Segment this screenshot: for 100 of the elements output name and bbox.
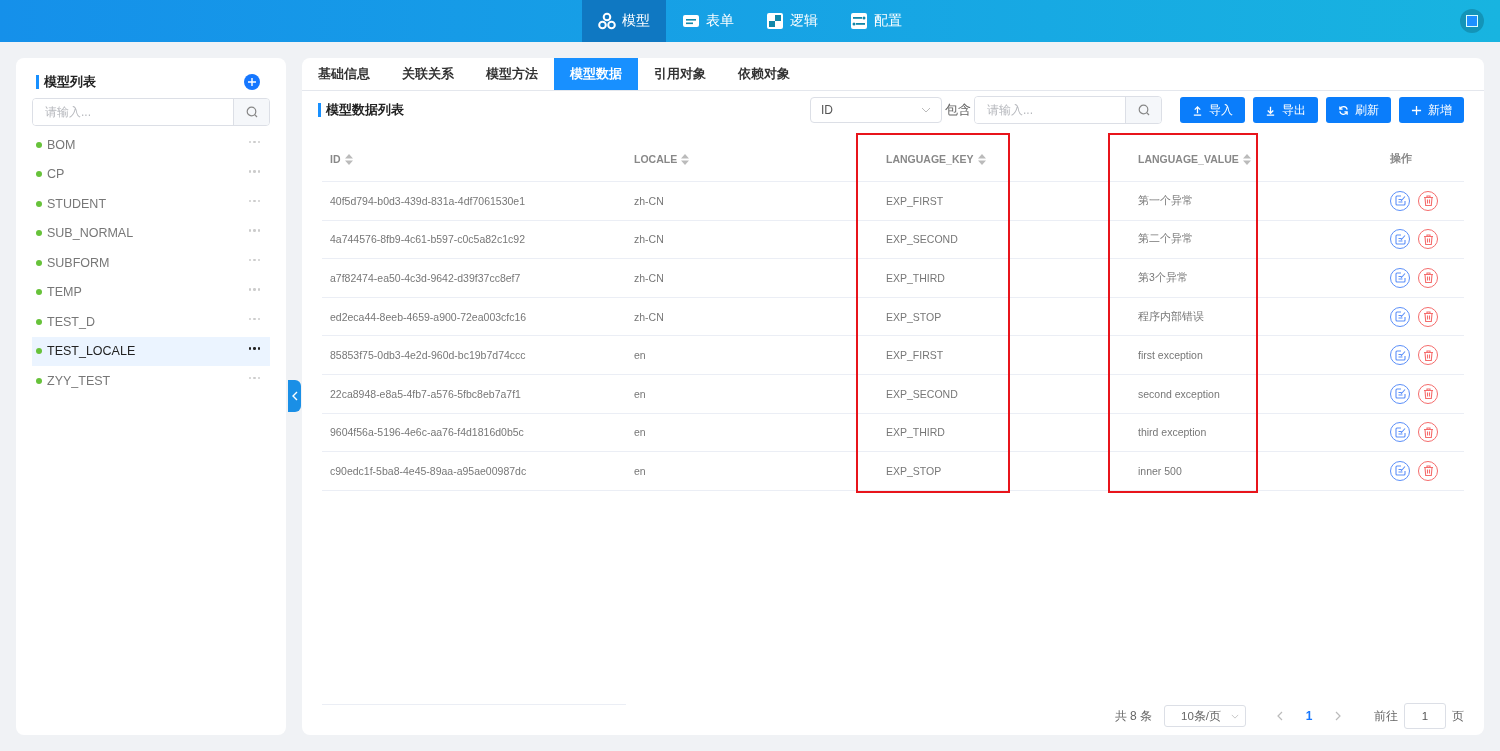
delete-button[interactable]: [1418, 422, 1438, 443]
nav-tab[interactable]: 逻辑: [750, 0, 834, 42]
filter-search-field[interactable]: 请输入...: [974, 96, 1162, 124]
page-number[interactable]: 1: [1294, 709, 1324, 723]
collapse-handle[interactable]: [288, 380, 301, 412]
trash-icon: [1422, 311, 1434, 323]
chevron-down-icon: [921, 107, 931, 113]
model-list-item[interactable]: TEST_D: [32, 307, 270, 337]
nav-tab[interactable]: 表单: [666, 0, 750, 42]
table-cell-text: c90edc1f-5ba8-4e45-89aa-a95ae00987dc: [329, 464, 528, 477]
search-icon: [1137, 104, 1150, 116]
column-header[interactable]: LANGUAGE_KEY: [878, 153, 1130, 165]
delete-button[interactable]: [1418, 190, 1438, 211]
upload-icon: [1192, 104, 1203, 116]
model-list-item[interactable]: SUB_NORMAL: [32, 218, 270, 248]
status-dot: [36, 230, 42, 237]
edit-icon: [1394, 388, 1406, 400]
table-cell-text: 程序内部错误: [1137, 309, 1205, 324]
status-dot: [36, 377, 42, 384]
table-cell-text: EXP_STOP: [885, 464, 943, 477]
refresh-icon: [1338, 104, 1349, 116]
model-name: SUB_NORMAL: [47, 226, 135, 241]
table-cell-text: 9604f56a-5196-4e6c-aa76-f4d1816d0b5c: [329, 426, 525, 439]
model-name: STUDENT: [47, 196, 108, 211]
sort-icon[interactable]: [681, 153, 690, 165]
chevron-down-icon: [1231, 713, 1239, 719]
table-cell-text: en: [633, 387, 647, 400]
table-cell-text: EXP_THIRD: [885, 426, 946, 439]
table-cell-text: inner 500: [1137, 464, 1183, 477]
edit-icon: [1394, 349, 1406, 361]
table-cell-text: first exception: [1137, 349, 1204, 362]
toolbar-button[interactable]: 新增: [1399, 97, 1464, 123]
page-suffix: 页: [1452, 707, 1464, 725]
tab[interactable]: 依赖对象: [722, 58, 806, 90]
nav-tab[interactable]: 配置: [834, 0, 918, 42]
tab[interactable]: 模型方法: [470, 58, 554, 90]
edit-button[interactable]: [1390, 306, 1410, 327]
model-list-item[interactable]: ZYY_TEST: [32, 366, 270, 396]
model-list-item[interactable]: SUBFORM: [32, 248, 270, 278]
delete-button[interactable]: [1418, 306, 1438, 327]
edit-button[interactable]: [1390, 229, 1410, 250]
edit-icon: [1394, 465, 1406, 477]
page-size-select[interactable]: 10条/页: [1164, 705, 1246, 727]
edit-button[interactable]: [1390, 422, 1410, 443]
goto-label: 前往: [1374, 707, 1398, 725]
toolbar-button[interactable]: 导出: [1253, 97, 1318, 123]
download-icon: [1265, 104, 1276, 116]
panel-title: 模型列表: [36, 75, 96, 89]
plus-icon: [248, 78, 256, 86]
field-select[interactable]: ID: [810, 97, 942, 123]
column-header[interactable]: LOCALE: [626, 153, 878, 165]
delete-button[interactable]: [1418, 229, 1438, 250]
tab[interactable]: 模型数据: [554, 58, 638, 90]
column-header[interactable]: LANGUAGE_VALUE: [1130, 153, 1382, 165]
table-cell-text: en: [633, 349, 647, 362]
edit-button[interactable]: [1390, 383, 1410, 404]
operator-label: 包含: [945, 101, 971, 119]
edit-icon: [1394, 233, 1406, 245]
nav-tab[interactable]: 模型: [582, 0, 666, 42]
tab[interactable]: 引用对象: [638, 58, 722, 90]
tab[interactable]: 关联关系: [386, 58, 470, 90]
model-list-item[interactable]: BOM: [32, 130, 270, 160]
delete-button[interactable]: [1418, 460, 1438, 481]
model-list-item[interactable]: CP: [32, 159, 270, 189]
model-list-item[interactable]: STUDENT: [32, 189, 270, 219]
status-dot: [36, 141, 42, 148]
avatar-icon[interactable]: [1460, 9, 1484, 33]
edit-button[interactable]: [1390, 460, 1410, 481]
table-cell-text: third exception: [1137, 426, 1208, 439]
model-list-item[interactable]: TEST_LOCALE: [32, 336, 270, 366]
search-button[interactable]: [1125, 97, 1161, 123]
edit-button[interactable]: [1390, 190, 1410, 211]
chevron-left-icon: [1277, 711, 1283, 721]
table-cell-text: 第二个异常: [1137, 232, 1194, 247]
trash-icon: [1422, 349, 1434, 361]
search-field[interactable]: 请输入...: [32, 98, 270, 126]
toolbar-button[interactable]: 导入: [1180, 97, 1245, 123]
edit-button[interactable]: [1390, 268, 1410, 288]
table-cell-text: 22ca8948-e8a5-4fb7-a576-5fbc8eb7a7f1: [329, 387, 522, 400]
trash-icon: [1422, 233, 1434, 245]
cubes-icon: [598, 12, 616, 30]
delete-button[interactable]: [1418, 268, 1438, 288]
tab[interactable]: 基础信息: [302, 58, 386, 90]
model-list-item[interactable]: TEMP: [32, 277, 270, 307]
table-cell-text: 40f5d794-b0d3-439d-831a-4df7061530e1: [329, 194, 526, 207]
add-button[interactable]: [244, 74, 260, 90]
model-name: TEST_LOCALE: [47, 344, 137, 359]
form-icon: [682, 12, 700, 30]
column-header[interactable]: ID: [322, 153, 626, 165]
toolbar-button[interactable]: 刷新: [1326, 97, 1391, 123]
delete-button[interactable]: [1418, 345, 1438, 366]
sort-icon[interactable]: [977, 153, 986, 165]
sort-icon[interactable]: [344, 153, 353, 165]
plus-icon: [1411, 104, 1422, 116]
goto-page-field[interactable]: 1: [1404, 703, 1446, 729]
trash-icon: [1422, 426, 1434, 438]
sort-icon[interactable]: [1242, 153, 1251, 165]
edit-button[interactable]: [1390, 345, 1410, 366]
search-button[interactable]: [233, 99, 269, 125]
delete-button[interactable]: [1418, 383, 1438, 404]
